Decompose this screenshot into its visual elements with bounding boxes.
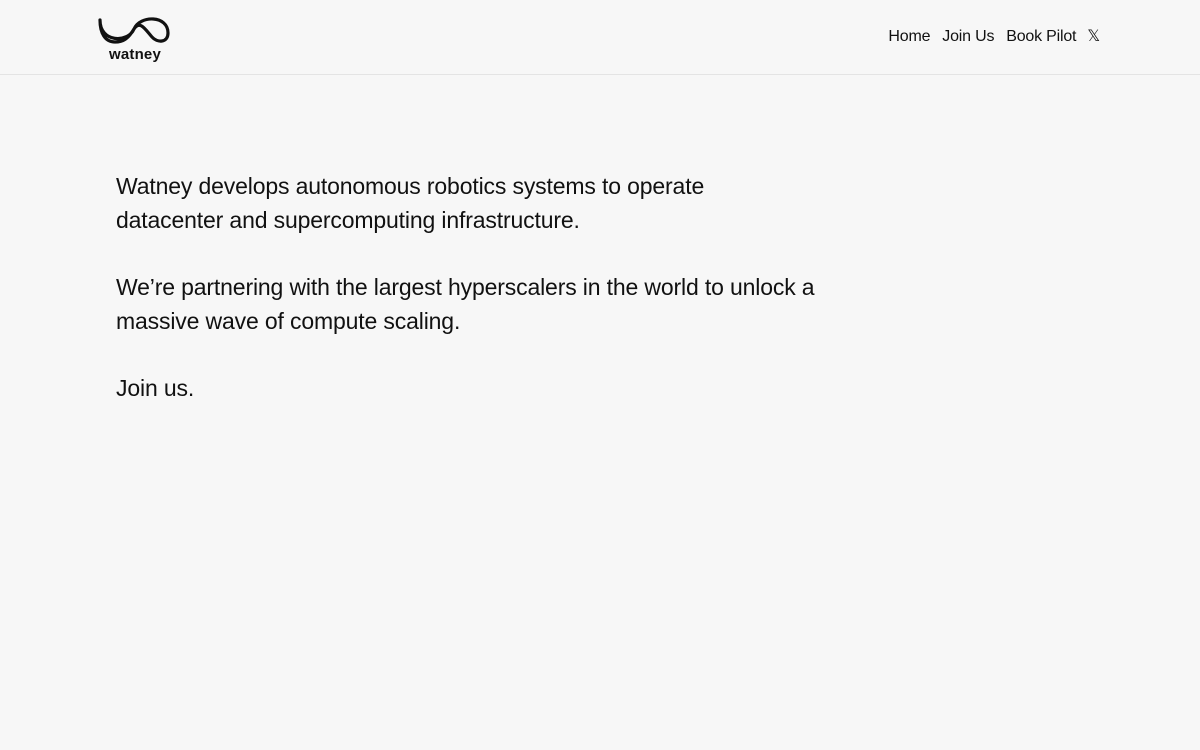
watney-logo-link[interactable]: watney	[97, 15, 173, 67]
intro-paragraph: Watney develops autonomous robotics syst…	[116, 173, 705, 233]
nav-home-link[interactable]: Home	[888, 26, 930, 48]
x-logo-icon[interactable]: 𝕏	[1087, 26, 1100, 48]
top-nav: Home Join Us Book Pilot 𝕏	[888, 26, 1100, 48]
nav-join-us-link[interactable]: Join Us	[942, 26, 994, 48]
site-header: watney Home Join Us Book Pilot 𝕏	[0, 0, 1200, 75]
logo-wordmark: watney	[108, 46, 162, 63]
partnering-paragraph: We’re partnering with the largest hypers…	[116, 274, 815, 334]
main-content: Watney develops autonomous robotics syst…	[116, 169, 816, 438]
join-us-text: Join us.	[116, 375, 195, 401]
wave-infinity-logo-icon	[98, 17, 170, 44]
nav-book-pilot-link[interactable]: Book Pilot	[1006, 26, 1076, 48]
